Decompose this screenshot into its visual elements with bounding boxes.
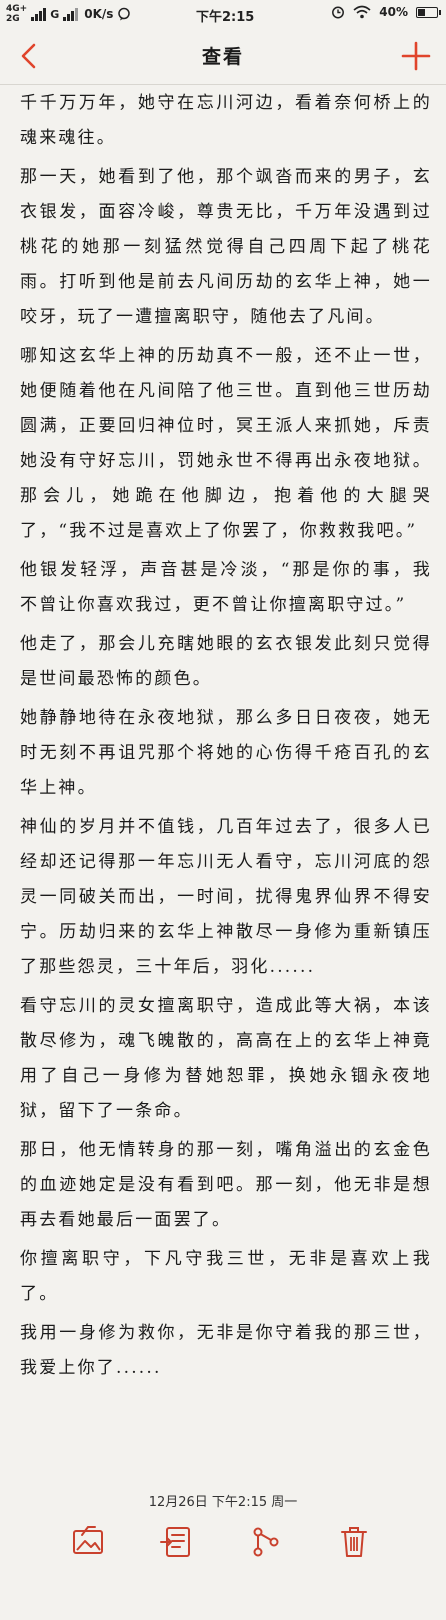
signal-icon-2 (63, 7, 79, 21)
note-paragraph: 哪知这玄华上神的历劫真不一般，还不止一世，她便随着他在凡间陪了他三世。直到他三世… (20, 346, 432, 541)
signal-icon (31, 7, 47, 21)
note-paragraph: 千千万万年，她守在忘川河边，看着奈何桥上的魂来魂往。 (20, 93, 432, 148)
note-paragraph: 他银发轻浮，声音甚是冷淡，“那是你的事，我不曾让你喜欢我过，更不曾让你擅离职守过… (20, 560, 432, 615)
battery-percent: 40% (379, 5, 408, 19)
network-type-secondary: 2G (6, 14, 20, 24)
chat-bubble-icon (118, 7, 131, 21)
wifi-icon (353, 5, 371, 19)
bottom-toolbar (0, 1518, 446, 1578)
network-type: 4G+ 2G (6, 4, 27, 24)
note-paragraph: 那日，他无情转身的那一刻，嘴角溢出的玄金色的血迹她定是没有看到吧。那一刻，他无非… (20, 1140, 432, 1230)
page-title: 查看 (201, 46, 244, 68)
status-right: 40% (331, 5, 441, 19)
note-paragraph: 她静静地待在永夜地狱，那么多日日夜夜，她无时无刻不再诅咒那个将她的心伤得千疮百孔… (20, 708, 432, 798)
network-indicators: 4G+ 2G G 0K/s (6, 4, 131, 24)
share-icon[interactable] (246, 1522, 286, 1562)
network-g-label: G (50, 7, 60, 21)
status-time: 下午2:15 (196, 10, 255, 25)
battery-icon (416, 6, 441, 18)
note-body[interactable]: 千千万万年，她守在忘川河边，看着奈何桥上的魂来魂往。 那一天，她看到了他，那个飒… (20, 86, 432, 1390)
note-paragraph: 他走了，那会儿充瞎她眼的玄衣银发此刻只觉得是世间最恐怖的颜色。 (20, 634, 432, 689)
note-paragraph: 我用一身修为救你，无非是你守着我的那三世，我爱上你了...... (20, 1323, 432, 1378)
image-share-icon[interactable] (68, 1522, 108, 1562)
network-type-primary: 4G+ (6, 4, 28, 14)
export-note-icon[interactable] (158, 1522, 198, 1562)
note-paragraph: 那一天，她看到了他，那个飒沓而来的男子，玄衣银发，面容冷峻，尊贵无比，千万年没遇… (20, 167, 432, 327)
network-speed: 0K/s (84, 7, 114, 21)
note-paragraph: 神仙的岁月并不值钱，几百年过去了，很多人已经却还记得那一年忘川无人看守，忘川河底… (20, 817, 432, 977)
trash-icon[interactable] (334, 1522, 374, 1562)
status-bar: 4G+ 2G G 0K/s 下午2:15 40% (0, 0, 446, 28)
note-paragraph: 看守忘川的灵女擅离职守，造成此等大祸，本该散尽修为，魂飞魄散的，高高在上的玄华上… (20, 996, 432, 1121)
note-timestamp: 12月26日 下午2:15 周一 (148, 1495, 298, 1510)
alarm-icon (332, 6, 345, 19)
note-paragraph: 你擅离职守，下凡守我三世，无非是喜欢上我了。 (20, 1249, 432, 1304)
nav-bar: 查看 (0, 28, 446, 85)
plus-icon[interactable] (400, 40, 432, 72)
